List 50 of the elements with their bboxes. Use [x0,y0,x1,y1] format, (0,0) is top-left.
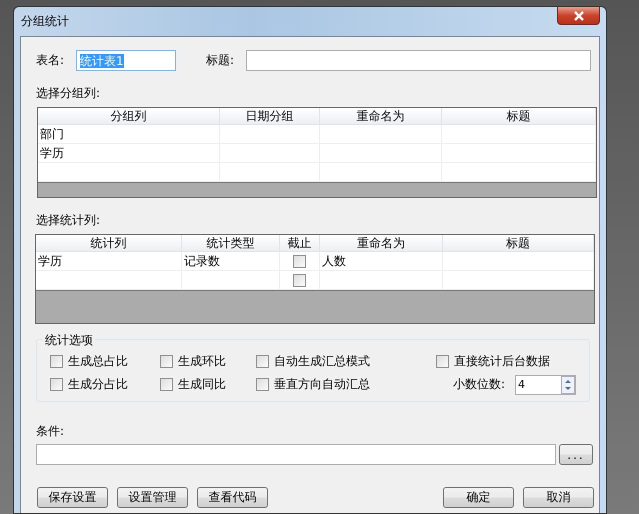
column-header[interactable]: 统计类型 [182,235,280,252]
spinner-arrows-icon[interactable] [561,376,575,394]
column-header[interactable]: 重命名为 [320,108,442,125]
dialog-button[interactable]: 保存设置 [37,487,108,508]
section-label: 选择分组列: [36,86,102,100]
field-label: 标题: [206,52,236,69]
condition-field[interactable] [36,444,556,465]
table-cell: 部门 [38,125,220,144]
column-header[interactable]: 标题 [442,108,596,125]
checkbox[interactable] [436,354,449,368]
checkbox-label: 生成环比 [178,352,226,370]
field-label: 条件: [36,424,66,438]
title-field[interactable] [246,50,591,71]
column-header[interactable]: 标题 [443,235,594,252]
column-header[interactable]: 统计列 [36,235,182,252]
table-cell: 记录数 [182,252,280,271]
dialog-button[interactable]: 查看代码 [197,487,268,508]
column-header[interactable]: 分组列 [38,108,220,125]
checkbox[interactable] [293,274,306,286]
table-cell: 学历 [36,252,182,271]
checkbox[interactable] [293,254,306,268]
table-cell: 学历 [38,144,220,163]
decimals-spinner[interactable]: 4 [515,374,576,394]
checkbox-label: 自动生成汇总模式 [274,352,370,370]
checkbox-label: 生成总占比 [68,352,128,370]
dialog-button[interactable]: 确定 [443,487,514,508]
table-cell: 人数 [320,252,443,271]
checkbox[interactable] [256,378,269,391]
field-label: 表名: [36,52,66,69]
dialog-button[interactable]: 设置管理 [117,487,188,508]
window-title: 分组统计 [21,13,69,30]
close-button[interactable] [557,7,600,25]
group-title: 统计选项 [43,332,95,349]
checkbox[interactable] [50,378,63,391]
field-label: 小数位数: [452,376,505,393]
checkbox-label: 生成同比 [178,376,226,393]
checkbox[interactable] [160,378,173,391]
checkbox[interactable] [50,354,63,368]
section-label: 选择统计列: [36,213,102,227]
column-header[interactable]: 日期分组 [220,108,320,125]
checkbox[interactable] [160,354,173,368]
dialog-button[interactable]: 取消 [523,487,594,508]
checkbox-label: 垂直方向自动汇总 [274,376,370,393]
checkbox-label: 生成分占比 [68,376,128,393]
browse-button[interactable]: ... [559,444,593,465]
checkbox[interactable] [256,354,269,368]
checkbox-label: 直接统计后台数据 [454,352,550,370]
column-header[interactable]: 重命名为 [320,235,443,252]
close-icon [572,10,584,20]
column-header[interactable]: 截止 [280,235,320,252]
